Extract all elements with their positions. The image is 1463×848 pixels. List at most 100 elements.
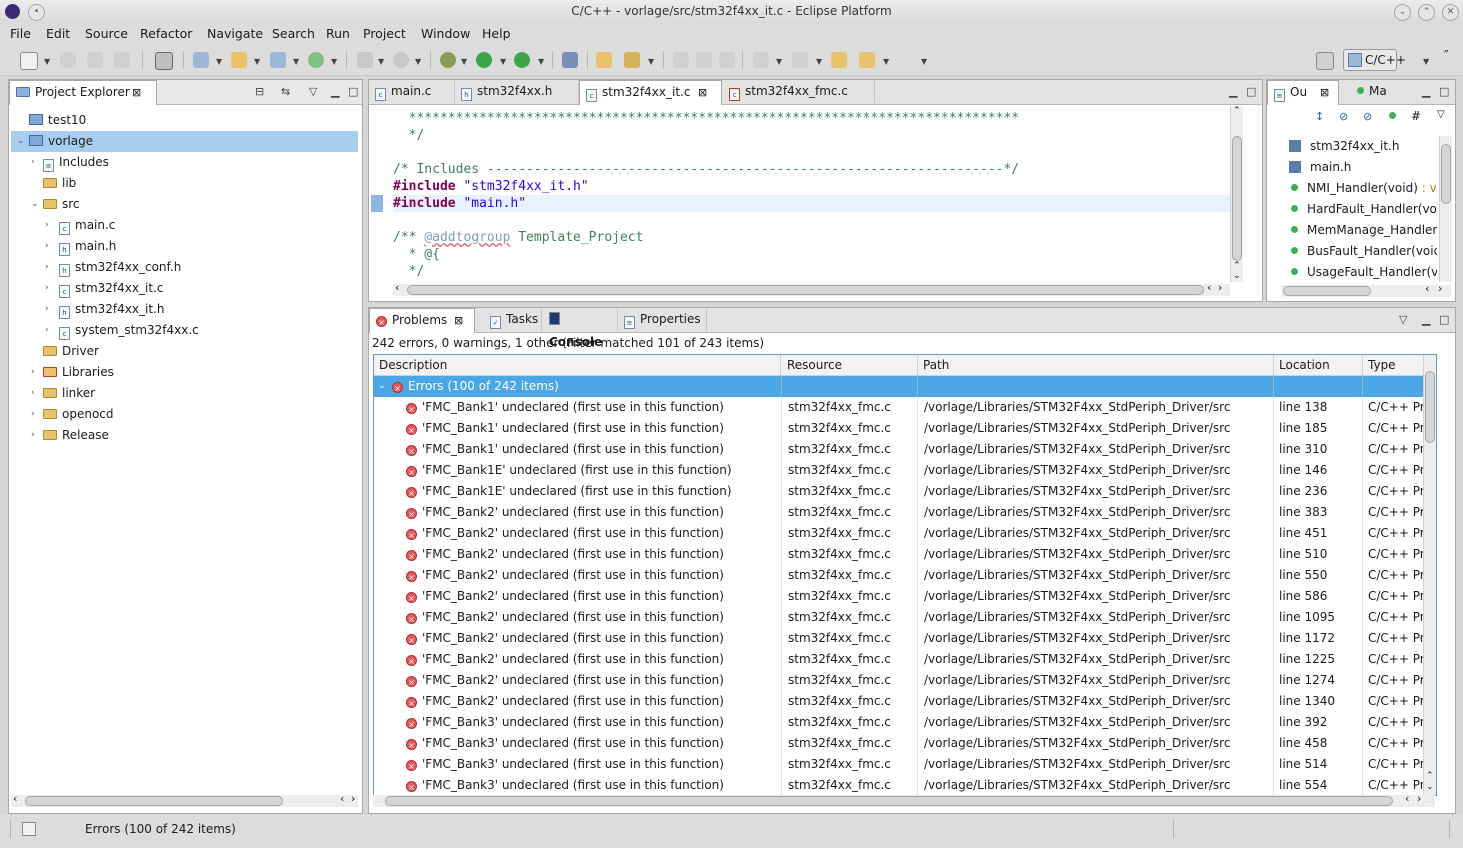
tree-item-driver[interactable]: Driver — [11, 341, 358, 362]
table-row[interactable]: × 'FMC_Bank3' undeclared (first use in th… — [374, 712, 1434, 733]
chevron-right-icon[interactable]: › — [31, 152, 35, 173]
save-all-icon[interactable] — [87, 52, 103, 68]
chevron-down-icon[interactable]: ▼ — [883, 57, 889, 66]
tree-item-src[interactable]: ⌄ src — [11, 194, 358, 215]
scroll-right-icon[interactable]: › — [351, 792, 355, 805]
menu-help[interactable]: Help — [482, 26, 511, 41]
hammer-icon[interactable] — [357, 52, 373, 68]
tab-stm32f4xx-h[interactable]: h stm32f4xx.h — [455, 80, 579, 103]
next-annotation-icon[interactable] — [753, 52, 769, 68]
menu-source[interactable]: Source — [85, 26, 128, 41]
tree-item-lib[interactable]: lib — [11, 173, 358, 194]
menu-navigate[interactable]: Navigate — [207, 26, 263, 41]
perspective-cpp-button[interactable]: C/C++ — [1343, 49, 1406, 71]
close-icon[interactable]: ⊠ — [132, 81, 141, 104]
scroll-left-icon[interactable]: ‹ — [395, 281, 399, 294]
outline-item[interactable]: HardFault_Handler(void) — [1269, 199, 1437, 220]
menu-window[interactable]: Window — [421, 26, 470, 41]
tree-item-includes[interactable]: › ≡ Includes — [11, 152, 358, 173]
chevron-down-icon[interactable]: ⌄ — [31, 194, 39, 215]
chevron-right-icon[interactable]: › — [45, 278, 49, 299]
scroll-thumb[interactable] — [1441, 144, 1451, 204]
chevron-down-icon[interactable]: ⌄ — [378, 376, 386, 397]
maximize-icon[interactable]: □ — [1439, 313, 1449, 326]
chevron-right-icon[interactable]: › — [45, 320, 49, 341]
table-row[interactable]: × 'FMC_Bank2' undeclared (first use in th… — [374, 628, 1434, 649]
code-area[interactable]: ****************************************… — [369, 106, 1230, 282]
minimize-icon[interactable]: ▁ — [331, 85, 339, 98]
outline-item[interactable]: UsageFault_Handler(void) — [1269, 262, 1437, 282]
open-perspective-icon[interactable] — [1316, 52, 1334, 70]
scroll-left-icon[interactable]: ‹ — [1425, 282, 1429, 295]
chevron-down-icon[interactable]: ▼ — [921, 57, 927, 66]
tree-item-linker[interactable]: › linker — [11, 383, 358, 404]
toggle-mark-icon[interactable] — [673, 52, 689, 68]
outline-item[interactable]: NMI_Handler(void) : void — [1269, 178, 1437, 199]
chevron-down-icon[interactable]: ▼ — [331, 57, 337, 66]
chevron-down-icon[interactable]: ▼ — [415, 57, 421, 66]
tree-item-main-c[interactable]: › c main.c — [11, 215, 358, 236]
tab-make-target[interactable]: Ma — [1351, 80, 1401, 103]
menu-search[interactable]: Search — [272, 26, 315, 41]
chevron-down-icon[interactable]: ▼ — [44, 57, 50, 66]
maximize-window-button[interactable]: ⌃ — [1418, 4, 1435, 21]
scroll-left-icon[interactable]: ‹ — [1207, 281, 1211, 294]
sort-icon[interactable]: ↕ — [1315, 110, 1324, 123]
column-location[interactable]: Location — [1274, 355, 1363, 375]
hide-static-icon[interactable]: ⊘ — [1363, 110, 1372, 123]
scroll-left-icon[interactable]: ‹ — [1405, 792, 1409, 805]
menu-run[interactable]: Run — [326, 26, 350, 41]
table-row[interactable]: × 'FMC_Bank3' undeclared (first use in th… — [374, 733, 1434, 754]
menu-project[interactable]: Project — [363, 26, 406, 41]
scroll-left-icon[interactable]: ‹ — [340, 792, 344, 805]
maximize-icon[interactable]: □ — [348, 85, 358, 98]
tree-item-main-h[interactable]: › h main.h — [11, 236, 358, 257]
scroll-right-icon[interactable]: › — [1438, 282, 1442, 295]
problems-hscroll[interactable]: ‹ › — [373, 792, 1435, 807]
scroll-up-icon[interactable]: ⌃ — [1233, 261, 1241, 271]
column-path[interactable]: Path — [918, 355, 1274, 375]
new-class-icon[interactable] — [270, 52, 286, 68]
save-icon[interactable] — [60, 52, 76, 68]
new-icon[interactable] — [20, 52, 38, 70]
tab-console[interactable]: Console — [543, 308, 618, 349]
tab-main-c[interactable]: c main.c — [369, 80, 455, 103]
back-icon[interactable] — [859, 52, 875, 68]
table-row[interactable]: × 'FMC_Bank2' undeclared (first use in th… — [374, 502, 1434, 523]
chevron-down-icon[interactable]: ▼ — [461, 57, 467, 66]
chevron-down-icon[interactable]: ▼ — [216, 57, 222, 66]
chevron-right-icon[interactable]: › — [45, 299, 49, 320]
tree-item-test10[interactable]: test10 — [11, 110, 358, 131]
close-window-button[interactable]: ✕ — [1442, 4, 1459, 21]
tab-outline[interactable]: ≡ Ou ⊠ — [1267, 80, 1339, 105]
chevron-down-icon[interactable]: ▼ — [816, 57, 822, 66]
search-icon[interactable] — [624, 52, 640, 68]
table-row[interactable]: × 'FMC_Bank2' undeclared (first use in th… — [374, 586, 1434, 607]
table-row[interactable]: × 'FMC_Bank1' undeclared (first use in th… — [374, 418, 1434, 439]
forward-icon[interactable] — [898, 52, 914, 68]
tree-item-system-stm32f4xx-c[interactable]: › c system_stm32f4xx.c — [11, 320, 358, 341]
column-description[interactable]: Description — [374, 355, 781, 375]
table-row-group[interactable]: ⌄ × Errors (100 of 242 items) — [374, 376, 1434, 397]
previous-annotation-icon[interactable] — [792, 52, 808, 68]
menu-edit[interactable]: Edit — [46, 26, 70, 41]
chevron-right-icon[interactable]: › — [31, 383, 35, 404]
table-row[interactable]: × 'FMC_Bank2' undeclared (first use in th… — [374, 691, 1434, 712]
chevron-right-icon[interactable]: › — [31, 425, 35, 446]
group-includes-icon[interactable]: # — [1411, 109, 1421, 123]
scroll-right-icon[interactable]: › — [1218, 281, 1222, 294]
tree-item-stm32f4xx-conf-h[interactable]: › h stm32f4xx_conf.h — [11, 257, 358, 278]
table-row[interactable]: × 'FMC_Bank3' undeclared (first use in th… — [374, 775, 1434, 795]
outline-item[interactable]: stm32f4xx_it.h — [1269, 136, 1435, 157]
tab-problems[interactable]: × Problems ⊠ — [369, 308, 475, 333]
close-icon[interactable]: ⊠ — [1320, 81, 1329, 104]
tab-stm32f4xx-it-c[interactable]: c stm32f4xx_it.c ⊠ — [579, 80, 722, 105]
run-icon[interactable] — [476, 52, 492, 68]
column-resource[interactable]: Resource — [782, 355, 918, 375]
table-row[interactable]: × 'FMC_Bank2' undeclared (first use in th… — [374, 523, 1434, 544]
scroll-down-icon[interactable]: ⌄ — [1426, 782, 1434, 792]
chevron-down-icon[interactable]: ▼ — [254, 57, 260, 66]
table-row[interactable]: × 'FMC_Bank2' undeclared (first use in th… — [374, 670, 1434, 691]
scroll-thumb[interactable] — [1425, 371, 1435, 443]
show-whitespace-icon[interactable] — [719, 52, 735, 68]
